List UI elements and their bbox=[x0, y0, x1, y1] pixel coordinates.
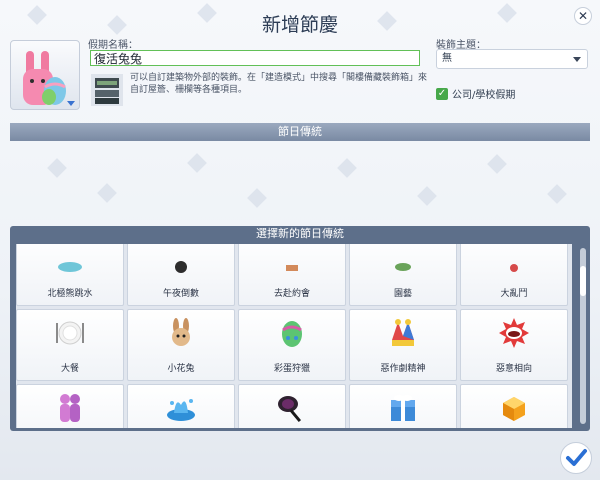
decor-diamond bbox=[487, 154, 507, 174]
decor-diamond bbox=[417, 186, 437, 206]
dialog-title: 新增節慶 bbox=[261, 14, 338, 36]
current-traditions-area bbox=[10, 141, 590, 221]
tradition-tile[interactable]: 大餐 bbox=[16, 309, 124, 381]
tradition-tile[interactable]: 感恩的精神 bbox=[16, 384, 124, 428]
tradition-tile-label: 小花兔 bbox=[167, 364, 195, 374]
theme-selected-value: 無 bbox=[442, 53, 452, 64]
tradition-grid-viewport: 北極熊跳水 午夜倒數 去赴約會 園藝 大亂鬥大餐 小花兔 彩蛋狩獵 惡作劇精神 惡意相向感恩的精… bbox=[16, 244, 572, 428]
tradition-tile-label: 大亂鬥 bbox=[500, 289, 528, 299]
hugging-figures-icon bbox=[53, 391, 87, 425]
angry-mouth-icon bbox=[497, 316, 531, 350]
holiday-settings: 假期名稱： 可以自訂建築物外部的裝飾。在「建造模式」中搜尋「閣樓備藏裝飾箱」來自… bbox=[10, 36, 590, 114]
tradition-tile[interactable]: 北極熊跳水 bbox=[16, 244, 124, 306]
cube-icon bbox=[497, 391, 531, 425]
tradition-tile[interactable]: 惡作劇精神 bbox=[349, 309, 457, 381]
decor-diamond bbox=[187, 153, 207, 173]
date-icon bbox=[275, 244, 309, 275]
school-holiday-toggle[interactable]: ✓ 公司/學校假期 bbox=[436, 86, 515, 101]
choose-tradition-header: 選擇新的節日傳統 bbox=[256, 227, 344, 240]
water-splash-icon bbox=[164, 391, 198, 425]
tradition-tile[interactable]: 小花兔 bbox=[127, 309, 235, 381]
school-holiday-label: 公司/學校假期 bbox=[452, 90, 516, 101]
gift-icon bbox=[386, 391, 420, 425]
choose-tradition-panel: 選擇新的節日傳統 北極熊跳水 午夜倒數 去赴約會 園藝 大亂鬥大餐 小花兔 彩蛋狩獵 惡作劇精… bbox=[10, 226, 590, 431]
decor-diamond bbox=[47, 158, 67, 178]
close-button[interactable]: ✕ bbox=[574, 7, 592, 25]
decor-diamond bbox=[337, 158, 357, 178]
scroll-thumb[interactable] bbox=[580, 266, 586, 296]
holiday-help-text: 可以自訂建築物外部的裝飾。在「建造模式」中搜尋「閣樓備藏裝飾箱」來自訂屋簷、柵欄… bbox=[130, 73, 428, 95]
tradition-tile[interactable]: 戲水樂趣 bbox=[127, 384, 235, 428]
tradition-tile[interactable]: 惡意相向 bbox=[460, 309, 568, 381]
tradition-tile-label: 園藝 bbox=[393, 289, 412, 299]
tradition-tile[interactable]: 打掃 bbox=[238, 384, 346, 428]
bunny-icon bbox=[164, 316, 198, 350]
checkbox-checked-icon[interactable]: ✓ bbox=[436, 87, 448, 100]
brawl-icon bbox=[497, 244, 531, 275]
holiday-name-label: 假期名稱： bbox=[88, 40, 138, 51]
traditions-section-header: 節日傳統 bbox=[10, 123, 590, 141]
tradition-tile-label: 彩蛋狩獵 bbox=[273, 364, 310, 374]
confirm-button[interactable] bbox=[560, 442, 592, 474]
chevron-down-icon bbox=[573, 57, 581, 62]
theme-select[interactable]: 無 bbox=[436, 49, 588, 69]
plant-icon bbox=[386, 244, 420, 275]
tradition-grid: 北極熊跳水 午夜倒數 去赴約會 園藝 大亂鬥大餐 小花兔 彩蛋狩獵 惡作劇精神 惡意相向感恩的精… bbox=[16, 244, 568, 428]
chevron-down-icon bbox=[67, 101, 75, 106]
polar-bear-icon bbox=[53, 244, 87, 275]
tradition-tile-label: 北極熊跳水 bbox=[47, 289, 93, 299]
close-icon: ✕ bbox=[577, 9, 589, 23]
decor-diamond bbox=[247, 188, 267, 208]
duster-icon bbox=[275, 391, 309, 425]
tradition-tile-label: 去赴約會 bbox=[273, 289, 310, 299]
checkmark-icon bbox=[566, 449, 587, 466]
tradition-tile-label: 惡作劇精神 bbox=[380, 364, 426, 374]
easter-egg-icon bbox=[275, 316, 309, 350]
decor-diamond bbox=[547, 184, 567, 204]
holiday-name-input[interactable] bbox=[90, 50, 420, 66]
tradition-tile-label: 午夜倒數 bbox=[162, 289, 199, 299]
scrollbar[interactable] bbox=[580, 248, 586, 424]
plate-icon bbox=[53, 316, 87, 350]
tradition-tile[interactable]: 彩蛋狩獵 bbox=[238, 309, 346, 381]
decoration-chest-icon bbox=[91, 74, 123, 106]
holiday-icon-picker[interactable] bbox=[10, 40, 80, 110]
tradition-tile[interactable]: 午夜倒數 bbox=[127, 244, 235, 306]
tradition-tile[interactable]: 去赴約會 bbox=[238, 244, 346, 306]
clock-icon bbox=[164, 244, 198, 275]
decor-diamond bbox=[97, 183, 117, 203]
tradition-tile-label: 惡意相向 bbox=[495, 364, 532, 374]
tradition-tile-label: 大餐 bbox=[60, 364, 79, 374]
add-holiday-dialog: 新增節慶 ✕ 假期名稱： 可以自訂建築物外部的裝飾。在「建造模 bbox=[0, 0, 600, 480]
tradition-tile[interactable]: 欣賞一件物品 bbox=[460, 384, 568, 428]
tradition-tile[interactable]: 大亂鬥 bbox=[460, 244, 568, 306]
tradition-tile[interactable]: 園藝 bbox=[349, 244, 457, 306]
jester-hat-icon bbox=[386, 316, 420, 350]
tradition-tile[interactable]: 打開禮物 bbox=[349, 384, 457, 428]
